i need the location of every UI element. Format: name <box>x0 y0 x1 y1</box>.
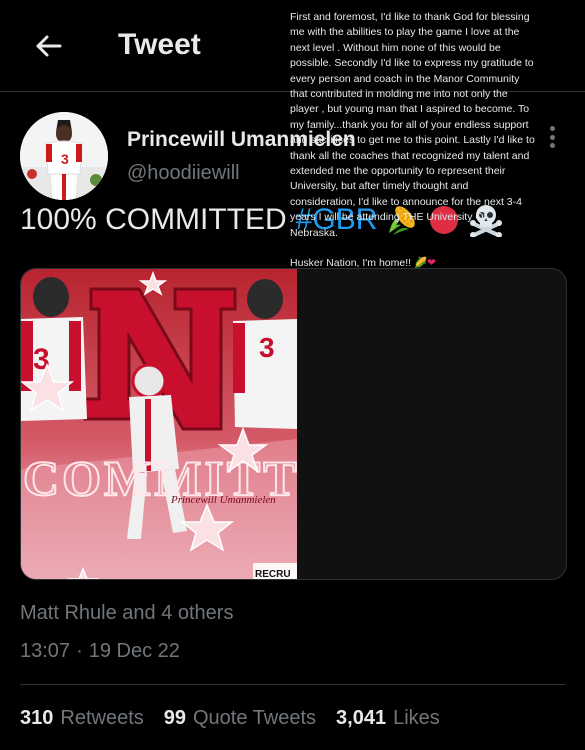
quotes-label: Quote Tweets <box>193 707 317 729</box>
tweet-main-text: 100% COMMITTED <box>20 203 287 236</box>
liked-by-text[interactable]: Matt Rhule and 4 others <box>20 602 233 625</box>
avatar-image: 3 <box>20 112 108 200</box>
author-handle[interactable]: @hoodiiewill <box>127 162 240 185</box>
heart-icon: ❤ <box>427 257 436 270</box>
quotes-count: 99 <box>163 707 186 729</box>
tweet-media[interactable]: 3 3 COMMITTED Princewill Umanmielen <box>20 268 567 580</box>
quote-tweets-stat[interactable]: 99 Quote Tweets <box>164 707 316 730</box>
retweets-stat[interactable]: 310 Retweets <box>20 707 144 730</box>
tweet-time: 13:07 <box>20 640 71 662</box>
retweets-label: Retweets <box>60 707 144 729</box>
divider <box>20 684 565 685</box>
letter-closing: Husker Nation, I'm home!! 🌽❤ <box>290 257 436 270</box>
engagement-stats: 310 Retweets 99 Quote Tweets 3,041 Likes <box>20 707 460 730</box>
svg-text:3: 3 <box>259 332 275 363</box>
more-dot <box>549 143 555 148</box>
arrow-left-icon <box>36 35 62 57</box>
commitment-graphic: 3 3 COMMITTED Princewill Umanmielen <box>21 269 297 580</box>
retweets-count: 310 <box>20 707 54 729</box>
letter-paragraph: First and foremost, I'd like to thank Go… <box>290 11 535 239</box>
watermark: RECRU <box>255 569 291 580</box>
more-dot <box>549 126 555 131</box>
likes-label: Likes <box>393 707 440 729</box>
corn-icon: 🌽 <box>411 257 428 270</box>
tweet-date: 19 Dec 22 <box>88 640 180 662</box>
tweet-timestamp[interactable]: 13:07 · 19 Dec 22 <box>20 640 180 663</box>
letter-panel <box>297 269 566 579</box>
back-button[interactable] <box>28 26 68 66</box>
separator: · <box>76 640 83 662</box>
svg-text:3: 3 <box>61 151 69 167</box>
signature: Princewill Umanmielen <box>170 494 276 506</box>
more-options-button[interactable] <box>540 122 564 152</box>
avatar[interactable]: 3 <box>20 112 108 200</box>
commitment-letter: First and foremost, I'd like to thank Go… <box>290 10 535 272</box>
likes-count: 3,041 <box>336 707 387 729</box>
likes-stat[interactable]: 3,041 Likes <box>336 707 440 730</box>
page-title: Tweet <box>118 28 201 61</box>
more-dot <box>549 134 555 140</box>
